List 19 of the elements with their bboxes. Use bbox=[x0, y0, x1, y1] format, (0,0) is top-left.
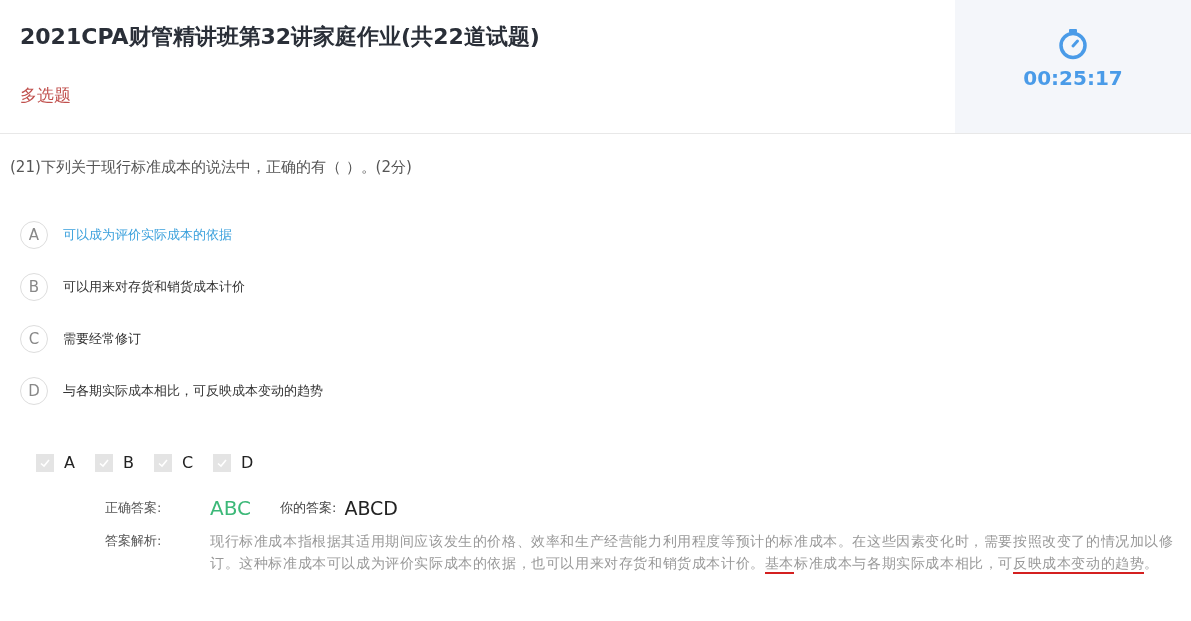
countdown-timer: 00:25:17 bbox=[1023, 66, 1123, 90]
choice-label: C bbox=[181, 453, 194, 472]
question-type: 多选题 bbox=[20, 84, 72, 107]
correct-answer: ABC bbox=[210, 496, 252, 520]
option-text[interactable]: 与各期实际成本相比，可反映成本变动的趋势 bbox=[63, 382, 323, 400]
explanation-text: 现行标准成本指根据其适用期间应该发生的价格、效率和生产经营能力利用程度等预计的标准成本。在这些因素变化时，需要按照改变了的情况加以修订。这种标准成本可以成为评价实际成本的依据，也可以用来对存货和销货成本计价。基本标准成本与各期实际成本相比，可反映成本变动的趋势。 bbox=[210, 530, 1185, 574]
option-text[interactable]: 可以用来对存货和销货成本计价 bbox=[63, 278, 245, 296]
option-text[interactable]: 可以成为评价实际成本的依据 bbox=[63, 226, 232, 244]
exam-title: 2021CPA财管精讲班第32讲家庭作业(共22道试题) bbox=[20, 23, 541, 51]
stopwatch-icon bbox=[1057, 28, 1089, 60]
choice-label: D bbox=[241, 453, 254, 472]
choice-label: B bbox=[122, 453, 134, 472]
explanation-label: 答案解析: bbox=[105, 532, 163, 550]
your-answer-label: 你的答案: bbox=[280, 499, 337, 517]
question-text: (21)下列关于现行标准成本的说法中，正确的有（ ）。(2分) bbox=[9, 157, 413, 177]
choice-label: A bbox=[64, 453, 75, 472]
your-answer: ABCD bbox=[344, 497, 398, 519]
correct-answer-label: 正确答案: bbox=[105, 499, 163, 517]
option-text[interactable]: 需要经常修订 bbox=[63, 330, 141, 348]
